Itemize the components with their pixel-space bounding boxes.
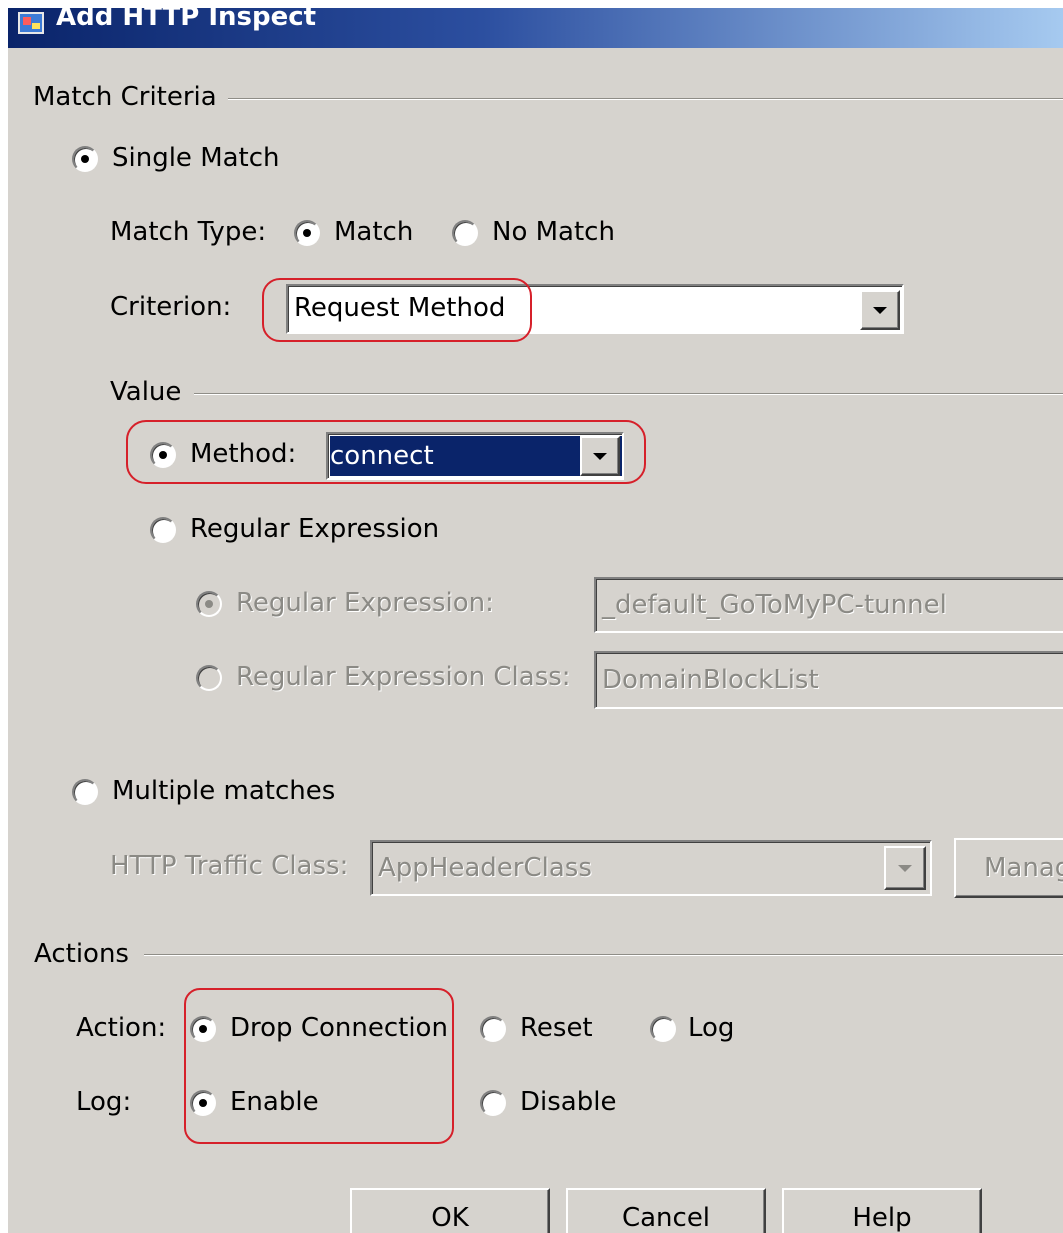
app-icon [18, 12, 44, 34]
window-title: Add HTTP Inspect [56, 8, 317, 32]
match-criteria-legend: Match Criteria [33, 82, 217, 112]
http-traffic-class-dropdown[interactable]: AppHeaderClass [370, 840, 932, 896]
log-enable-radio[interactable] [190, 1090, 216, 1116]
method-dropdown-button[interactable] [580, 436, 620, 476]
match-criteria-divider [228, 98, 1063, 100]
no-match-radio[interactable] [452, 220, 478, 246]
regex-class-label: Regular Expression Class: [236, 662, 571, 692]
log-action-label: Log [688, 1013, 735, 1043]
regex-class-field[interactable]: DomainBlockList [594, 651, 1063, 709]
criterion-dropdown-button[interactable] [860, 290, 900, 330]
manage-button[interactable]: Manag [954, 838, 1063, 898]
title-bar: Add HTTP Inspect [8, 8, 1063, 48]
criterion-label: Criterion: [110, 292, 232, 322]
add-http-inspect-dialog: Add HTTP Inspect Match Criteria Single M… [8, 8, 1063, 1233]
actions-legend: Actions [34, 939, 129, 969]
regex-sub-label: Regular Expression: [236, 588, 494, 618]
match-option-label: Match [334, 217, 414, 247]
single-match-label: Single Match [112, 143, 280, 173]
http-traffic-class-label: HTTP Traffic Class: [110, 851, 349, 881]
method-label: Method: [190, 439, 297, 469]
cancel-button[interactable]: Cancel [566, 1188, 766, 1233]
match-radio[interactable] [294, 220, 320, 246]
regex-sub-value: _default_GoToMyPC-tunnel [602, 590, 947, 620]
http-traffic-class-dropdown-button[interactable] [884, 846, 926, 890]
multiple-matches-radio[interactable] [72, 779, 98, 805]
ok-button[interactable]: OK [350, 1188, 550, 1233]
criterion-dropdown[interactable]: Request Method [286, 284, 904, 334]
help-button[interactable]: Help [782, 1188, 982, 1233]
http-traffic-class-value: AppHeaderClass [378, 853, 592, 883]
log-disable-radio[interactable] [480, 1090, 506, 1116]
method-radio[interactable] [150, 442, 176, 468]
drop-connection-label: Drop Connection [230, 1013, 448, 1043]
value-divider [194, 393, 1063, 395]
drop-connection-radio[interactable] [190, 1016, 216, 1042]
regex-class-radio[interactable] [196, 665, 222, 691]
criterion-value: Request Method [294, 293, 506, 323]
log-label: Log: [76, 1087, 132, 1117]
value-legend: Value [110, 377, 182, 407]
regular-expression-radio[interactable] [150, 517, 176, 543]
regex-class-value: DomainBlockList [602, 665, 819, 695]
action-label: Action: [76, 1013, 167, 1043]
chevron-down-icon [593, 453, 607, 460]
log-disable-label: Disable [520, 1087, 617, 1117]
chevron-down-icon [873, 307, 887, 314]
no-match-option-label: No Match [492, 217, 615, 247]
regular-expression-label: Regular Expression [190, 514, 440, 544]
match-type-label: Match Type: [110, 217, 267, 247]
reset-radio[interactable] [480, 1016, 506, 1042]
log-action-radio[interactable] [650, 1016, 676, 1042]
multiple-matches-label: Multiple matches [112, 776, 336, 806]
regex-sub-field[interactable]: _default_GoToMyPC-tunnel [594, 577, 1063, 633]
log-enable-label: Enable [230, 1087, 319, 1117]
chevron-down-icon [898, 865, 912, 872]
reset-label: Reset [520, 1013, 593, 1043]
single-match-radio[interactable] [72, 146, 98, 172]
actions-divider [144, 954, 1063, 956]
regex-sub-radio[interactable] [196, 591, 222, 617]
